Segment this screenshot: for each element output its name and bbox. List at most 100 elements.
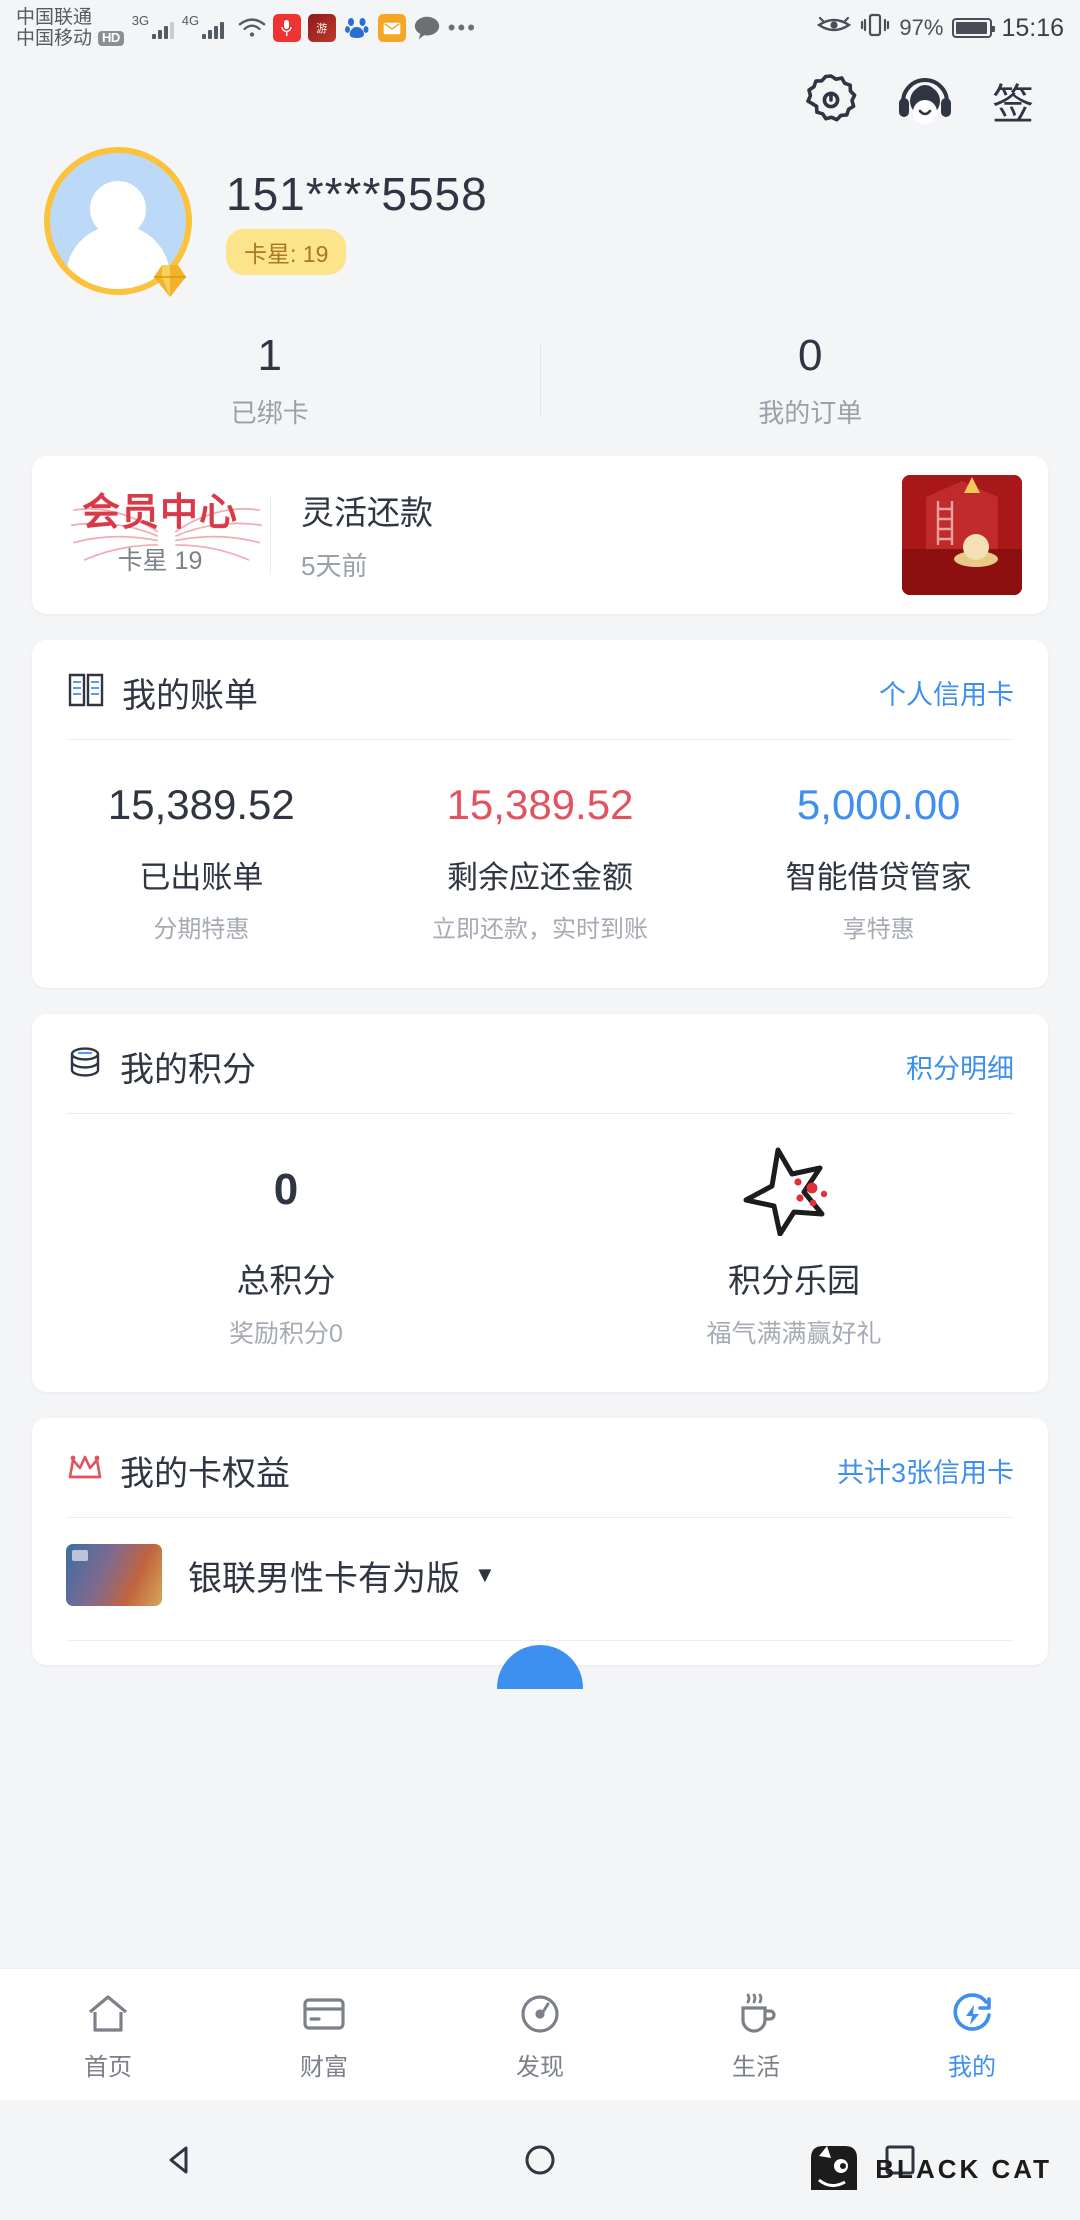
bill-label: 剩余应还金额 bbox=[447, 860, 633, 896]
sign-in-button[interactable]: 签 bbox=[992, 71, 1034, 132]
promo-thumbnail[interactable] bbox=[902, 474, 1022, 595]
member-banner-subtitle: 5天前 bbox=[301, 551, 368, 582]
bill-column-remaining[interactable]: 15,389.52 剩余应还金额 立即还款，实时到账 bbox=[371, 780, 710, 944]
my-bill-card: 我的账单 个人信用卡 15,389.52 已出账单 分期特惠 15,389.52… bbox=[32, 639, 1048, 989]
nav-item-wealth[interactable]: 财富 bbox=[216, 1987, 432, 2082]
points-card-title: 我的积分 bbox=[120, 1051, 256, 1090]
nav-label: 我的 bbox=[948, 2054, 996, 2081]
divider bbox=[66, 1640, 1014, 1642]
hd-badge: HD bbox=[98, 31, 124, 46]
credit-card-name-label: 银联男性卡有为版 bbox=[188, 1559, 460, 1598]
baidu-icon bbox=[342, 14, 371, 42]
home-circle-icon[interactable] bbox=[360, 2140, 720, 2180]
nav-label: 发现 bbox=[516, 2054, 564, 2081]
home-icon bbox=[0, 1987, 216, 2041]
stats-row: 1 已绑卡 0 我的订单 bbox=[0, 296, 1080, 456]
bill-card-title: 我的账单 bbox=[122, 676, 258, 715]
signal-bars-2 bbox=[201, 22, 224, 39]
points-detail-link[interactable]: 积分明细 bbox=[906, 1047, 1014, 1086]
bill-column-loan-manager[interactable]: 5,000.00 智能借贷管家 享特惠 bbox=[709, 780, 1048, 944]
bill-label: 智能借贷管家 bbox=[785, 860, 972, 896]
carrier-1-label: 中国联通 bbox=[16, 6, 93, 28]
points-park-column[interactable]: 积分乐园 福气满满赢好礼 bbox=[540, 1144, 1048, 1350]
points-total-value: 0 bbox=[273, 1164, 299, 1214]
rights-card-row[interactable]: 银联男性卡有为版 ▼ bbox=[32, 1518, 1048, 1640]
phone-number-label: 151****5558 bbox=[226, 168, 488, 220]
points-total-spacer: 0 bbox=[32, 1144, 540, 1236]
points-total-column[interactable]: 0 总积分 奖励积分0 bbox=[32, 1144, 540, 1350]
status-bar-left: 中国联通 中国移动 HD 3G 4G 游 ••• bbox=[16, 7, 477, 50]
crown-icon bbox=[66, 1451, 104, 1490]
floating-action-pill[interactable] bbox=[497, 1645, 583, 1690]
network-type-2-label: 4G bbox=[181, 13, 200, 28]
bill-sublabel: 享特惠 bbox=[842, 916, 915, 944]
profile-info: 151****5558 卡星: 19 bbox=[226, 167, 488, 275]
diamond-badge-icon bbox=[154, 265, 186, 297]
black-cat-logo bbox=[811, 2146, 858, 2190]
profile-section: 151****5558 卡星: 19 bbox=[0, 136, 1080, 297]
stat-my-orders[interactable]: 0 我的订单 bbox=[541, 330, 1080, 430]
nav-label: 财富 bbox=[300, 2054, 348, 2081]
my-icon bbox=[864, 1987, 1080, 2041]
stat-label: 已绑卡 bbox=[230, 397, 309, 428]
bill-amount-row: 15,389.52 已出账单 分期特惠 15,389.52 剩余应还金额 立即还… bbox=[32, 740, 1048, 988]
wifi-icon bbox=[238, 14, 266, 42]
points-card-header: 我的积分 积分明细 bbox=[32, 1014, 1048, 1113]
carrier-row-1: 中国联通 bbox=[16, 7, 124, 28]
bill-sublabel: 分期特惠 bbox=[153, 916, 250, 944]
headset-icon[interactable] bbox=[896, 71, 954, 132]
member-banner-title: 灵活还款 bbox=[301, 494, 433, 532]
member-center-banner[interactable]: 会员中心 卡星 19 灵活还款 5天前 bbox=[32, 455, 1048, 614]
chevron-down-icon[interactable]: ▼ bbox=[474, 1562, 496, 1588]
card-rights-card: 我的卡权益 共计3张信用卡 银联男性卡有为版 ▼ bbox=[32, 1418, 1048, 1690]
avatar[interactable] bbox=[44, 147, 192, 297]
personal-credit-card-link[interactable]: 个人信用卡 bbox=[879, 673, 1014, 712]
battery-percent-label: 97% bbox=[899, 15, 944, 40]
battery-icon bbox=[952, 18, 996, 38]
header-actions: 签 bbox=[0, 56, 1080, 136]
stat-value: 0 bbox=[798, 331, 823, 380]
mail-icon bbox=[377, 14, 406, 42]
nav-item-life[interactable]: 生活 bbox=[648, 1987, 864, 2082]
total-cards-link[interactable]: 共计3张信用卡 bbox=[837, 1451, 1014, 1490]
game-icon: 游 bbox=[307, 14, 336, 42]
bill-card-header: 我的账单 个人信用卡 bbox=[32, 640, 1048, 739]
vibrate-icon bbox=[860, 12, 890, 44]
nav-item-home[interactable]: 首页 bbox=[0, 1987, 216, 2082]
compass-icon bbox=[432, 1987, 648, 2041]
status-badge[interactable]: 卡星: 19 bbox=[226, 229, 347, 275]
star-park-icon bbox=[540, 1144, 1048, 1237]
more-icons-indicator: ••• bbox=[447, 15, 477, 40]
bill-amount: 15,389.52 bbox=[446, 780, 634, 828]
stat-bound-cards[interactable]: 1 已绑卡 bbox=[0, 330, 540, 430]
cup-icon bbox=[648, 1987, 864, 2041]
wallet-icon bbox=[216, 1987, 432, 2041]
vip-logo-block: 会员中心 卡星 19 bbox=[58, 491, 263, 577]
bill-column-issued[interactable]: 15,389.52 已出账单 分期特惠 bbox=[32, 780, 371, 944]
watermark: BLACK CAT bbox=[805, 2140, 1052, 2198]
nav-item-my[interactable]: 我的 bbox=[864, 1987, 1080, 2082]
chat-icon bbox=[413, 14, 441, 42]
rights-card-title: 我的卡权益 bbox=[120, 1455, 290, 1494]
points-park-sublabel: 福气满满赢好礼 bbox=[706, 1320, 882, 1349]
signal-3g-icon: 3G bbox=[132, 13, 174, 39]
nav-item-discover[interactable]: 发现 bbox=[432, 1987, 648, 2082]
vip-logo-label: 会员中心 bbox=[81, 491, 238, 534]
member-banner-text: 灵活还款 5天前 bbox=[301, 486, 433, 583]
nav-label: 生活 bbox=[732, 2054, 780, 2081]
gear-icon[interactable] bbox=[804, 72, 858, 131]
back-triangle-icon[interactable] bbox=[0, 2140, 360, 2180]
stat-label: 我的订单 bbox=[758, 397, 863, 428]
signal-4g-icon: 4G bbox=[182, 13, 224, 39]
credit-card-thumbnail bbox=[66, 1544, 162, 1607]
points-total-label: 总积分 bbox=[236, 1262, 336, 1300]
nav-label: 首页 bbox=[84, 2054, 132, 2081]
network-type-1-label: 3G bbox=[131, 13, 150, 28]
bill-amount: 5,000.00 bbox=[796, 780, 961, 828]
status-bar-right: 97% 15:16 bbox=[817, 12, 1064, 44]
stat-value: 1 bbox=[257, 331, 282, 380]
points-park-label: 积分乐园 bbox=[728, 1262, 860, 1300]
signal-bars-1 bbox=[151, 22, 174, 39]
microphone-icon bbox=[272, 14, 301, 42]
bill-amount: 15,389.52 bbox=[107, 780, 295, 828]
